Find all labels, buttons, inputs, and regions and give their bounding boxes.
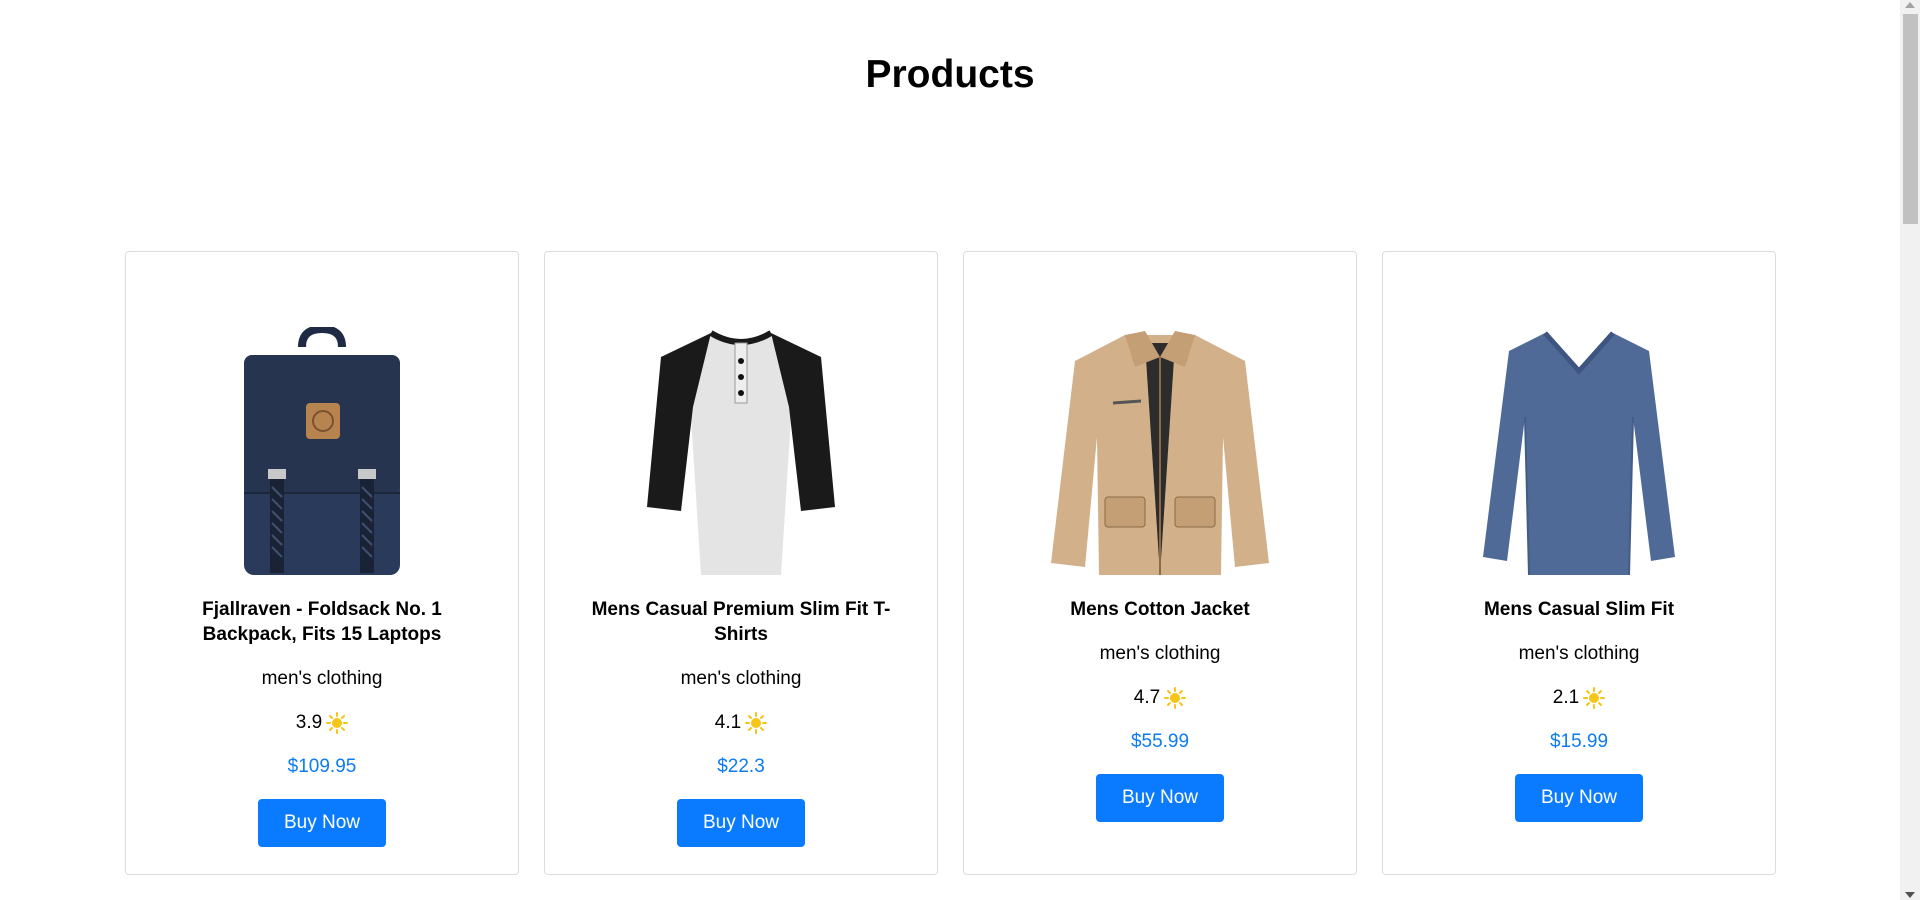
product-image [192,327,452,577]
page-title: Products [865,53,1035,96]
scroll-up-arrow-icon[interactable] [1905,2,1915,8]
product-title: Mens Cotton Jacket [1070,599,1250,620]
buy-now-button[interactable]: Buy Now [258,799,386,847]
product-rating: 4.1 [714,711,768,735]
vertical-scrollbar[interactable] [1900,0,1920,900]
products-page: Products Fjallraven - Foldsack No. 1 Bac… [0,0,1920,900]
buy-now-button[interactable]: Buy Now [1096,774,1224,822]
jacket-icon [1051,331,1269,575]
backpack-icon [244,327,400,575]
product-title: Mens Casual Slim Fit [1483,599,1675,620]
scroll-down-arrow-icon[interactable] [1905,892,1915,898]
sun-icon [1583,687,1606,709]
product-price: $15.99 [1549,731,1609,752]
product-image [1449,327,1709,577]
product-rating: 4.7 [1133,686,1187,710]
product-card: Fjallraven - Foldsack No. 1 Backpack, Fi… [125,251,519,875]
long-sleeve-shirt-icon [1483,331,1675,576]
product-card: Mens Casual Slim Fit men's clothing 2.1 … [1382,251,1776,875]
rating-value: 3.9 [295,712,323,733]
product-card: Mens Cotton Jacket men's clothing 4.7 $5… [963,251,1357,875]
sun-icon [326,712,349,734]
raglan-tshirt-icon [647,330,835,575]
rating-value: 4.1 [714,712,742,733]
scrollbar-thumb[interactable] [1903,14,1918,224]
product-category: men's clothing [261,668,383,689]
product-price: $109.95 [287,756,357,777]
product-title: Mens Casual Premium Slim Fit T-Shirts [591,599,891,645]
product-rating: 3.9 [295,711,349,735]
buy-now-button[interactable]: Buy Now [1515,774,1643,822]
product-category: men's clothing [1099,643,1221,664]
sun-icon [1164,687,1187,709]
buy-now-button[interactable]: Buy Now [677,799,805,847]
rating-value: 4.7 [1133,687,1161,708]
product-rating: 2.1 [1552,686,1606,710]
product-price: $22.3 [717,756,765,777]
product-price: $55.99 [1130,731,1190,752]
product-category: men's clothing [680,668,802,689]
sun-icon [745,712,768,734]
product-category: men's clothing [1518,643,1640,664]
product-card: Mens Casual Premium Slim Fit T-Shirts me… [544,251,938,875]
product-image [611,327,871,577]
rating-value: 2.1 [1552,687,1580,708]
product-image [1030,327,1290,577]
product-grid: Fjallraven - Foldsack No. 1 Backpack, Fi… [125,251,1776,875]
product-title: Fjallraven - Foldsack No. 1 Backpack, Fi… [202,599,442,645]
